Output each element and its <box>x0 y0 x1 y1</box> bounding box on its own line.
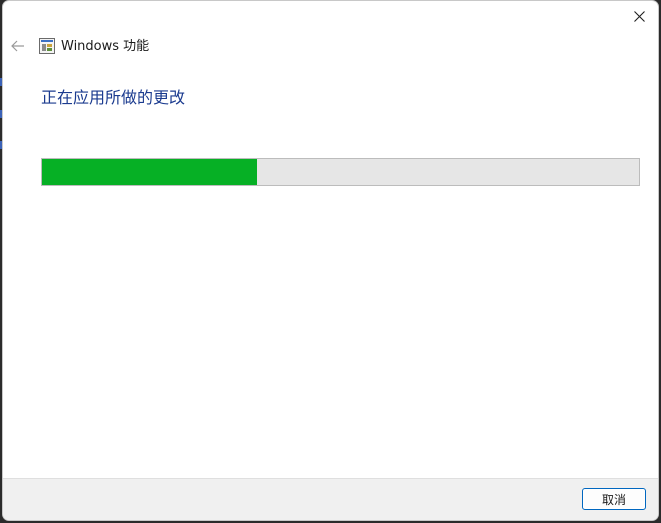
back-arrow-icon <box>11 40 24 52</box>
windows-features-icon <box>39 38 55 54</box>
dialog-footer: 取消 <box>3 478 658 520</box>
progress-bar <box>41 158 640 186</box>
status-heading: 正在应用所做的更改 <box>41 88 186 107</box>
cancel-button[interactable]: 取消 <box>582 488 646 510</box>
close-icon <box>633 10 645 22</box>
progress-bar-fill <box>42 159 257 185</box>
close-button[interactable] <box>626 5 652 27</box>
windows-features-dialog: Windows 功能 正在应用所做的更改 取消 <box>2 0 659 521</box>
back-button[interactable] <box>9 37 27 55</box>
window-title: Windows 功能 <box>61 39 150 54</box>
